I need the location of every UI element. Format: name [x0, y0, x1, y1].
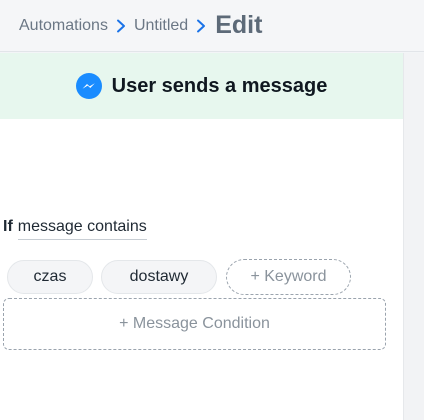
trigger-card: User sends a message If message contains… — [0, 53, 403, 420]
keyword-list: czas dostawy + Keyword — [7, 259, 351, 295]
add-message-condition-button[interactable]: + Message Condition — [3, 298, 386, 350]
chevron-right-icon — [111, 16, 131, 36]
trigger-header[interactable]: User sends a message — [0, 53, 403, 119]
page-title: Edit — [215, 11, 263, 39]
chevron-right-icon — [191, 16, 211, 36]
messenger-icon — [75, 73, 102, 99]
canvas-edge — [403, 53, 424, 420]
breadcrumb-automations[interactable]: Automations — [19, 17, 108, 35]
keyword-chip[interactable]: dostawy — [101, 260, 217, 294]
condition-type-select[interactable]: message contains — [17, 218, 147, 240]
keyword-chip[interactable]: czas — [7, 260, 93, 294]
trigger-title: User sends a message — [111, 74, 328, 97]
condition-row: If message contains — [3, 218, 147, 240]
automation-editor: Automations Untitled Edit User sends a m… — [0, 0, 424, 420]
if-label: If — [3, 218, 13, 235]
add-keyword-button[interactable]: + Keyword — [226, 259, 351, 295]
header-bar: Automations Untitled Edit — [0, 0, 424, 52]
breadcrumb-untitled[interactable]: Untitled — [134, 17, 188, 35]
